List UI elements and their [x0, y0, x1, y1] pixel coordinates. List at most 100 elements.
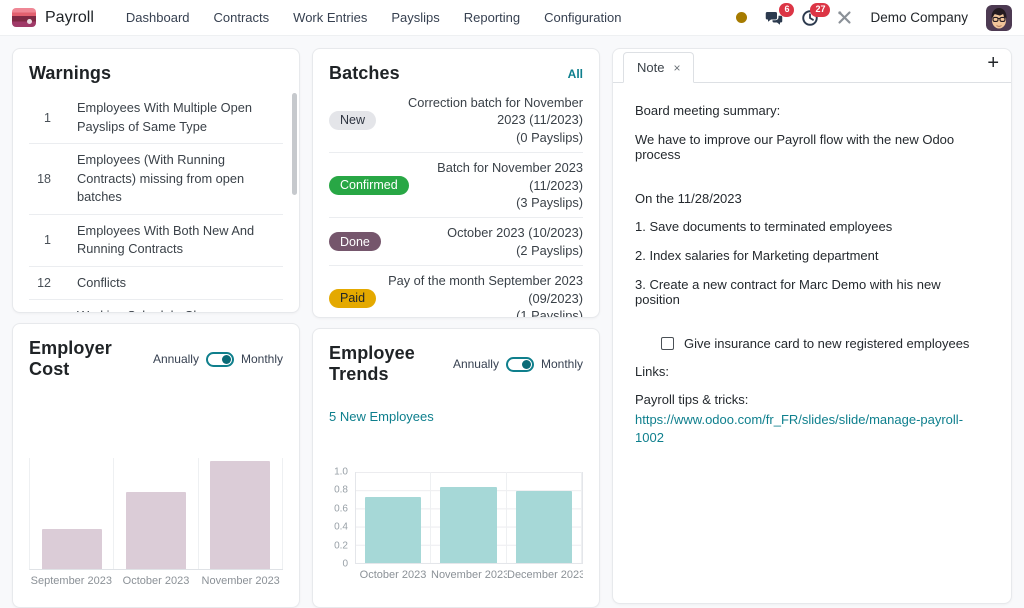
- period-toggle-switch[interactable]: [506, 357, 534, 372]
- chart-ytick-label: 0.8: [334, 485, 348, 496]
- avatar-image: [986, 5, 1012, 31]
- batch-status-badge: Confirmed: [329, 176, 409, 195]
- chart-column: [199, 458, 283, 569]
- employee-trends-x-labels: October 2023November 2023December 2023: [355, 569, 583, 581]
- chart-bar-november-2023[interactable]: [210, 461, 270, 569]
- payroll-app-icon[interactable]: [12, 8, 36, 27]
- messages-badge: 6: [779, 3, 794, 17]
- batch-name: Correction batch for November 2023 (11/2…: [386, 94, 583, 129]
- employee-trends-chart: 1.00.80.60.40.20: [329, 472, 583, 564]
- batch-name: October 2023 (10/2023): [391, 224, 583, 241]
- batch-payslips-count: (3 Payslips): [419, 194, 583, 211]
- dashboard-content: Warnings 1Employees With Multiple Open P…: [0, 36, 1024, 608]
- chart-bar-december-2023[interactable]: [516, 491, 572, 563]
- chart-category-label: November 2023: [431, 569, 507, 581]
- chart-column: [431, 472, 506, 563]
- tab-note-label: Note: [637, 60, 664, 75]
- messages-icon[interactable]: 6: [765, 9, 783, 27]
- payroll-dashboard: Payroll DashboardContractsWork EntriesPa…: [0, 0, 1024, 608]
- period-toggle-switch[interactable]: [206, 352, 234, 367]
- employer-cost-period-toggle: Annually Monthly: [153, 352, 283, 367]
- warning-count: 18: [29, 172, 51, 186]
- tab-note[interactable]: Note ×: [623, 52, 694, 83]
- note-paragraph: We have to improve our Payroll flow with…: [635, 132, 989, 163]
- warning-label: Working Schedule Changes: [77, 307, 283, 313]
- warning-count: 1: [29, 310, 51, 313]
- menu-contracts[interactable]: Contracts: [202, 0, 282, 36]
- warning-row[interactable]: 1Employees With Both New And Running Con…: [29, 215, 283, 267]
- chart-bar-october-2023[interactable]: [365, 497, 421, 563]
- activities-badge: 27: [810, 3, 830, 17]
- column-left: Warnings 1Employees With Multiple Open P…: [12, 48, 300, 608]
- chart-bar-october-2023[interactable]: [126, 492, 186, 569]
- batches-all-link[interactable]: All: [568, 67, 583, 81]
- add-tab-button[interactable]: +: [975, 52, 1011, 79]
- warning-count: 1: [29, 233, 51, 247]
- chart-ytick-label: 0.2: [334, 540, 348, 551]
- warnings-list: 1Employees With Multiple Open Payslips o…: [29, 92, 283, 313]
- close-tab-icon[interactable]: ×: [673, 61, 680, 75]
- warning-row[interactable]: 18Employees (With Running Contracts) mis…: [29, 144, 283, 215]
- chart-ytick-label: 1.0: [334, 467, 348, 478]
- menu-payslips[interactable]: Payslips: [379, 0, 451, 36]
- new-employees-link[interactable]: 5 New Employees: [329, 409, 434, 424]
- annually-label: Annually: [153, 352, 199, 366]
- tools-icon[interactable]: [837, 10, 852, 25]
- chart-ytick-label: 0: [342, 559, 348, 570]
- note-paragraph: 3. Create a new contract for Marc Demo w…: [635, 277, 989, 308]
- chart-category-label: October 2023: [114, 575, 199, 587]
- chart-category-label: September 2023: [29, 575, 114, 587]
- company-switcher[interactable]: Demo Company: [870, 10, 968, 25]
- batches-title: Batches: [329, 63, 400, 84]
- chart-column: [114, 458, 198, 569]
- insurance-checkbox-row: Give insurance card to new registered em…: [661, 336, 989, 351]
- menu-reporting[interactable]: Reporting: [452, 0, 532, 36]
- menu-work-entries[interactable]: Work Entries: [281, 0, 379, 36]
- monthly-label: Monthly: [541, 357, 583, 371]
- note-editor[interactable]: Board meeting summary: We have to improv…: [613, 83, 1011, 467]
- chart-column: [30, 458, 114, 569]
- batch-payslips-count: (0 Payslips): [386, 129, 583, 146]
- status-dot-icon[interactable]: [736, 12, 747, 23]
- note-panel: Note × + Board meeting summary: We have …: [612, 48, 1012, 604]
- employer-cost-x-labels: September 2023October 2023November 2023: [29, 575, 283, 587]
- batch-row[interactable]: DoneOctober 2023 (10/2023)(2 Payslips): [329, 217, 583, 265]
- warning-row[interactable]: 12 Conflicts: [29, 267, 283, 301]
- menu-dashboard[interactable]: Dashboard: [114, 0, 202, 36]
- activities-clock-icon[interactable]: 27: [801, 9, 819, 27]
- warning-row[interactable]: 1Employees With Multiple Open Payslips o…: [29, 92, 283, 144]
- warning-label: Conflicts: [77, 274, 283, 293]
- warning-count: 12: [29, 276, 51, 290]
- batch-row[interactable]: Confirmed Batch for November 2023 (11/202…: [329, 152, 583, 217]
- batch-name: Pay of the month September 2023 (09/2023…: [386, 272, 583, 307]
- batch-row[interactable]: Paid Pay of the month September 2023 (09/…: [329, 265, 583, 318]
- user-avatar[interactable]: [986, 5, 1012, 31]
- employee-trends-header: Employee Trends Annually Monthly: [329, 343, 583, 385]
- batch-row[interactable]: NewCorrection batch for November 2023 (1…: [329, 88, 583, 152]
- batch-payslips-count: (1 Payslips): [386, 307, 583, 318]
- chart-ytick-label: 0.4: [334, 522, 348, 533]
- app-title[interactable]: Payroll: [45, 9, 94, 27]
- warning-count: 1: [29, 111, 51, 125]
- top-navbar: Payroll DashboardContractsWork EntriesPa…: [0, 0, 1024, 36]
- warning-row[interactable]: 1 Working Schedule Changes: [29, 300, 283, 313]
- batch-status-badge: Paid: [329, 289, 376, 308]
- batch-payslips-count: (2 Payslips): [391, 242, 583, 259]
- menu-configuration[interactable]: Configuration: [532, 0, 633, 36]
- insurance-checkbox[interactable]: [661, 337, 674, 350]
- batch-info: Batch for November 2023 (11/2023)(3 Pays…: [419, 159, 583, 211]
- batches-list: NewCorrection batch for November 2023 (1…: [329, 88, 583, 318]
- chart-bar-november-2023[interactable]: [440, 487, 496, 563]
- column-middle: Batches All NewCorrection batch for Nove…: [312, 48, 600, 608]
- batches-header: Batches All: [329, 63, 583, 84]
- wrench-screwdriver-icon: [837, 10, 852, 25]
- navbar-left: Payroll DashboardContractsWork EntriesPa…: [12, 0, 633, 36]
- note-paragraph: On the 11/28/2023: [635, 191, 989, 207]
- chart-category-label: November 2023: [198, 575, 283, 587]
- note-paragraph: Board meeting summary:: [635, 103, 989, 119]
- employee-trends-panel: Employee Trends Annually Monthly 5 New E…: [312, 328, 600, 608]
- warnings-scrollbar[interactable]: [292, 93, 297, 195]
- payroll-tips-link[interactable]: https://www.odoo.com/fr_FR/slides/slide/…: [635, 411, 989, 447]
- employee-trends-plot: [355, 472, 583, 564]
- chart-bar-september-2023[interactable]: [42, 529, 102, 569]
